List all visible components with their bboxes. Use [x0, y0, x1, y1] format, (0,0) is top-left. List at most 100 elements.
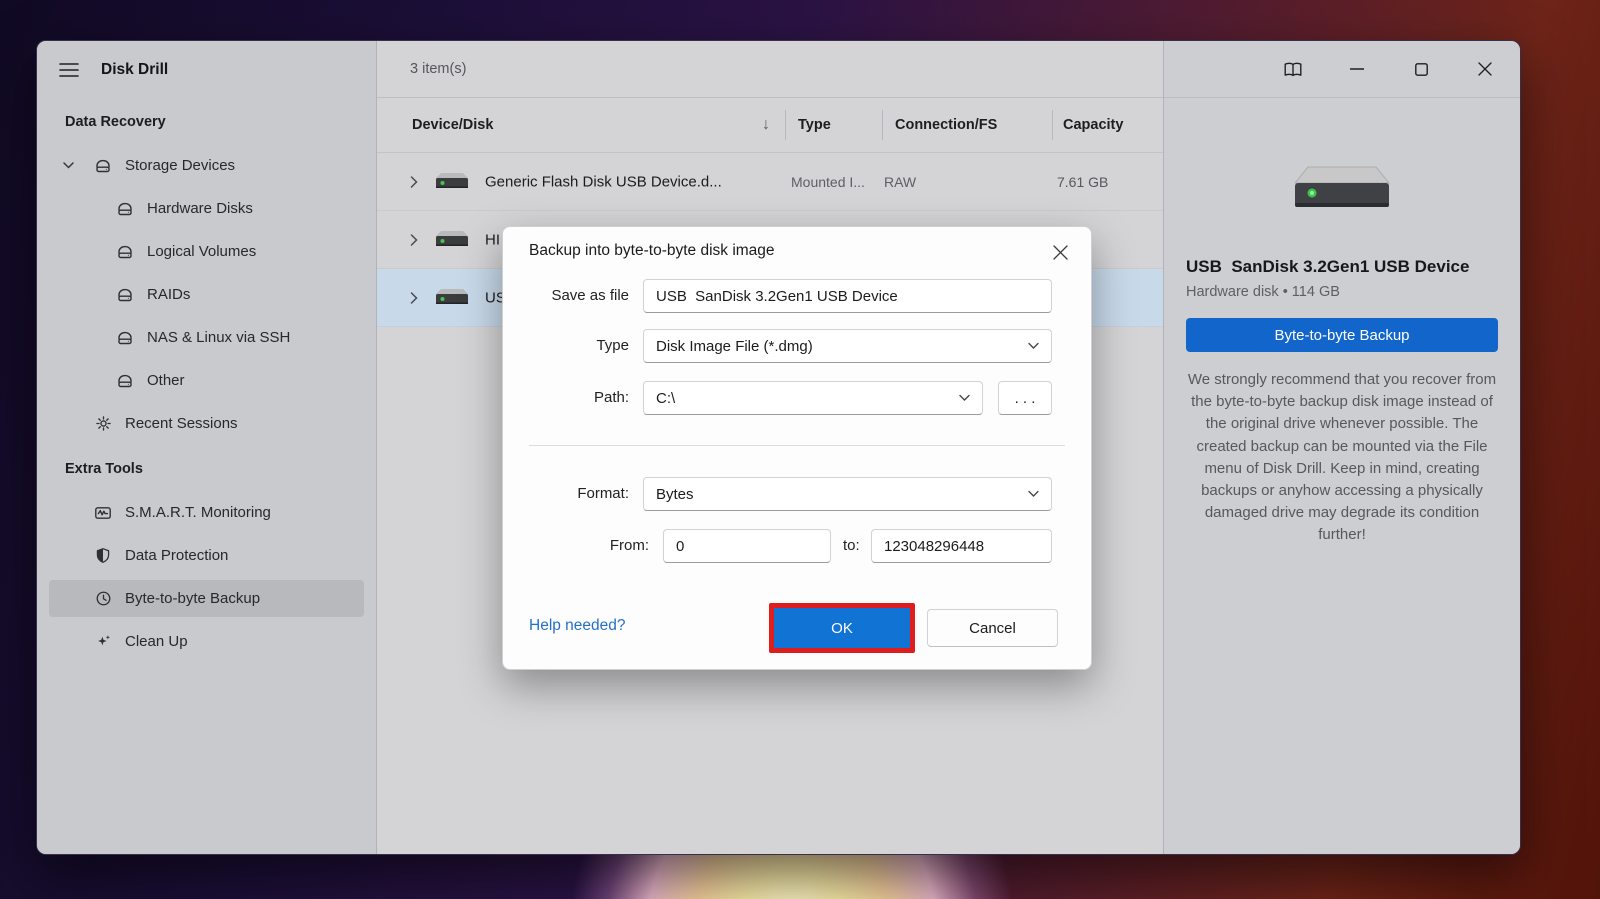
sidebar-item-label: RAIDs — [147, 286, 191, 303]
device-name: Generic Flash Disk USB Device.d... — [485, 173, 722, 190]
table-row[interactable]: Generic Flash Disk USB Device.d... Mount… — [377, 153, 1163, 211]
device-title: USB SanDisk 3.2Gen1 USB Device — [1186, 257, 1470, 276]
list-header: 3 item(s) — [377, 41, 1163, 98]
from-input[interactable]: 0 — [663, 529, 831, 563]
browse-button[interactable]: . . . — [998, 381, 1052, 415]
sidebar-item-byte-to-byte-backup[interactable]: Byte-to-byte Backup — [49, 580, 364, 617]
section-label-data-recovery: Data Recovery — [65, 114, 166, 130]
byte-to-byte-backup-button[interactable]: Byte-to-byte Backup — [1186, 318, 1498, 352]
chevron-right-icon[interactable] — [410, 175, 418, 188]
disk-drive-icon — [435, 171, 469, 193]
image-type-select[interactable]: Disk Image File (*.dmg) — [643, 329, 1052, 363]
dialog-close-icon[interactable] — [1047, 239, 1073, 265]
chevron-right-icon[interactable] — [410, 291, 418, 304]
desktop-background: Disk Drill Data Recovery Storage Devices… — [0, 0, 1600, 899]
path-label: Path: — [593, 389, 629, 406]
backup-dialog: Backup into byte-to-byte disk image Save… — [502, 226, 1092, 670]
sidebar-item-recent-sessions[interactable]: Recent Sessions — [37, 402, 376, 445]
path-select[interactable]: C:\ — [643, 381, 983, 415]
sidebar-item-label: Data Protection — [125, 547, 229, 564]
save-as-label: Save as file — [551, 287, 629, 304]
history-clock-icon — [93, 589, 113, 609]
drive-icon — [115, 199, 135, 219]
format-label: Format: — [577, 485, 629, 502]
sidebar-item-logical-volumes[interactable]: Logical Volumes — [37, 230, 376, 273]
gear-icon — [93, 414, 113, 434]
format-select[interactable]: Bytes — [643, 477, 1052, 511]
sparkles-icon — [93, 632, 113, 652]
dialog-title: Backup into byte-to-byte disk image — [529, 242, 775, 259]
format-value: Bytes — [656, 485, 694, 503]
dialog-divider — [529, 445, 1065, 446]
backup-recommendation-text: We strongly recommend that you recover f… — [1187, 371, 1497, 544]
sidebar-item-smart-monitoring[interactable]: S.M.A.R.T. Monitoring — [37, 491, 376, 534]
app-title: Disk Drill — [101, 60, 169, 78]
device-name: HI — [485, 231, 500, 248]
sidebar-item-data-protection[interactable]: Data Protection — [37, 534, 376, 577]
sidebar-item-other[interactable]: Other — [37, 359, 376, 402]
hamburger-menu-icon[interactable] — [59, 61, 81, 79]
table-header: Device/Disk ↓ Type Connection/FS Capacit… — [377, 98, 1163, 153]
column-device-disk[interactable]: Device/Disk — [412, 117, 493, 133]
details-panel: USB SanDisk 3.2Gen1 USB Device Hardware … — [1163, 41, 1520, 854]
smart-chart-icon — [93, 503, 113, 523]
drive-icon — [115, 242, 135, 262]
drive-icon — [115, 285, 135, 305]
drive-icon — [115, 371, 135, 391]
sidebar: Disk Drill Data Recovery Storage Devices… — [37, 41, 377, 854]
items-count: 3 item(s) — [410, 61, 467, 77]
chevron-right-icon[interactable] — [410, 233, 418, 246]
sort-descending-icon[interactable]: ↓ — [762, 116, 770, 134]
device-subtitle: Hardware disk • 114 GB — [1186, 284, 1340, 300]
details-body: USB SanDisk 3.2Gen1 USB Device Hardware … — [1164, 98, 1520, 547]
device-capacity: 7.61 GB — [1057, 173, 1109, 190]
column-connection-fs[interactable]: Connection/FS — [895, 117, 997, 133]
close-icon[interactable] — [1472, 56, 1498, 82]
book-icon[interactable] — [1280, 56, 1306, 82]
sidebar-item-label: Clean Up — [125, 633, 188, 650]
disk-drive-icon — [435, 287, 469, 309]
maximize-icon[interactable] — [1408, 56, 1434, 82]
sidebar-item-storage-devices[interactable]: Storage Devices — [37, 144, 376, 187]
section-label-extra-tools: Extra Tools — [65, 461, 143, 477]
chevron-down-icon — [959, 394, 970, 402]
sidebar-header: Disk Drill — [37, 41, 376, 98]
shield-icon — [93, 546, 113, 566]
cancel-button[interactable]: Cancel — [927, 609, 1058, 647]
path-value: C:\ — [656, 389, 676, 407]
sidebar-item-label: S.M.A.R.T. Monitoring — [125, 504, 271, 521]
sidebar-item-hardware-disks[interactable]: Hardware Disks — [37, 187, 376, 230]
sidebar-item-label: NAS & Linux via SSH — [147, 329, 291, 346]
sidebar-item-raids[interactable]: RAIDs — [37, 273, 376, 316]
to-label: to: — [843, 537, 860, 554]
sidebar-item-label: Byte-to-byte Backup — [125, 590, 261, 607]
sidebar-item-label: Other — [147, 372, 185, 389]
window-controls — [1164, 41, 1520, 98]
column-type[interactable]: Type — [798, 117, 831, 133]
minimize-icon[interactable] — [1344, 56, 1370, 82]
device-type: Mounted I... — [791, 173, 865, 190]
chevron-down-icon — [1028, 342, 1039, 350]
save-as-file-input[interactable]: USB SanDisk 3.2Gen1 USB Device — [643, 279, 1052, 313]
sidebar-item-label: Logical Volumes — [147, 243, 257, 260]
ok-button-highlight-annotation: OK — [769, 603, 915, 653]
type-label: Type — [596, 337, 629, 354]
column-divider — [882, 110, 883, 140]
chevron-down-icon[interactable] — [63, 162, 81, 169]
disk-drive-icon — [435, 229, 469, 251]
sidebar-item-label: Recent Sessions — [125, 415, 238, 432]
image-type-value: Disk Image File (*.dmg) — [656, 337, 813, 355]
help-link[interactable]: Help needed? — [529, 617, 626, 635]
ok-button[interactable]: OK — [774, 608, 910, 648]
drive-illustration — [1292, 161, 1392, 215]
sidebar-item-clean-up[interactable]: Clean Up — [37, 620, 376, 663]
column-divider — [1052, 110, 1053, 140]
sidebar-item-label: Storage Devices — [125, 157, 236, 174]
column-capacity[interactable]: Capacity — [1063, 117, 1123, 133]
sidebar-item-label: Hardware Disks — [147, 200, 253, 217]
drive-icon — [93, 156, 113, 176]
sidebar-item-nas-linux-ssh[interactable]: NAS & Linux via SSH — [37, 316, 376, 359]
to-input[interactable]: 123048296448 — [871, 529, 1052, 563]
from-label: From: — [609, 537, 649, 554]
column-divider — [785, 110, 786, 140]
